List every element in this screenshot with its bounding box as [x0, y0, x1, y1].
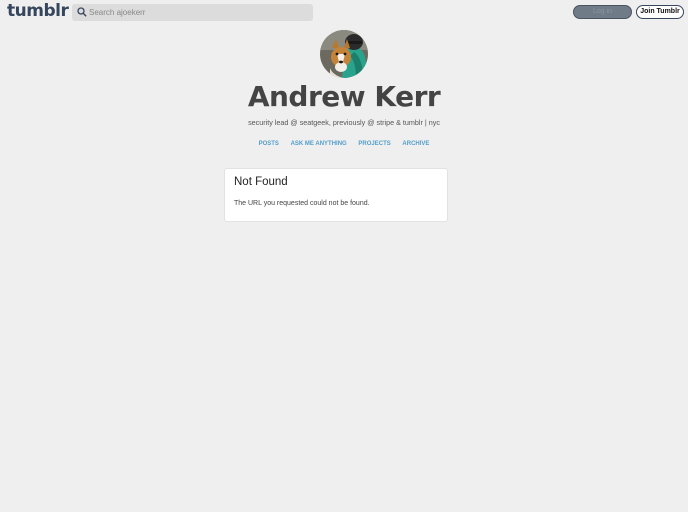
not-found-card: Not Found The URL you requested could no… [224, 168, 448, 222]
not-found-message: The URL you requested could not be found… [234, 200, 370, 207]
nav-posts[interactable]: POSTS [259, 141, 279, 147]
nav-archive[interactable]: ARCHIVE [402, 141, 429, 147]
search-icon [77, 7, 87, 17]
tumblr-logo[interactable]: tumblr [7, 1, 69, 21]
nav-ask-me-anything[interactable]: ASK ME ANYTHING [291, 141, 347, 147]
blog-description: security lead @ seatgeek, previously @ s… [248, 118, 440, 127]
join-tumblr-button[interactable]: Join Tumblr [636, 5, 684, 19]
login-button[interactable]: Log in [573, 5, 632, 19]
blog-title[interactable]: Andrew Kerr [0, 80, 688, 113]
blog-nav: POSTS ASK ME ANYTHING PROJECTS ARCHIVE [0, 141, 688, 147]
not-found-heading: Not Found [234, 176, 288, 188]
top-bar: tumblr Log in Join Tumblr [0, 0, 688, 24]
avatar-image [320, 30, 368, 78]
avatar[interactable] [320, 30, 368, 78]
nav-projects[interactable]: PROJECTS [358, 141, 390, 147]
search-box[interactable] [72, 4, 313, 21]
search-input[interactable] [89, 4, 309, 21]
